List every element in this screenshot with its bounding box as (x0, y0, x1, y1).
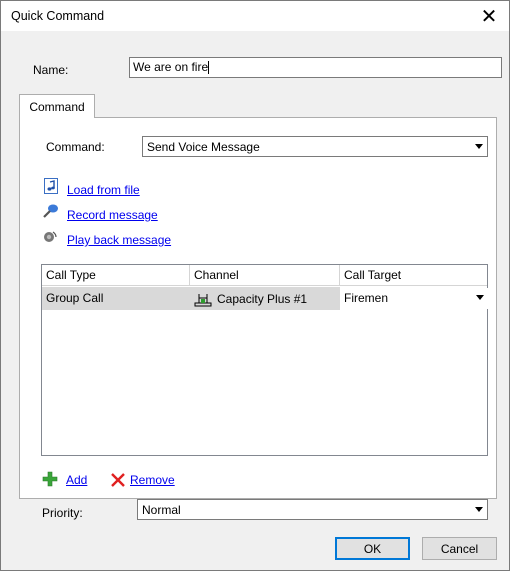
close-button[interactable]: ✕ (469, 1, 509, 31)
remove-icon (111, 473, 125, 487)
cancel-button[interactable]: Cancel (422, 537, 497, 560)
add-icon (42, 471, 58, 487)
radio-tower-icon (194, 293, 212, 306)
name-input[interactable]: We are on fire (129, 57, 502, 78)
play-back-message-link[interactable]: Play back message (67, 233, 171, 247)
name-input-value: We are on fire (133, 60, 209, 74)
call-target-table: Call Type Channel Call Target Group Call… (41, 264, 488, 456)
ok-button-label: OK (363, 541, 382, 556)
text-cursor (208, 61, 210, 75)
ok-button[interactable]: OK (335, 537, 410, 560)
table-row[interactable]: Group Call Capacity Plus #1 Firemen (42, 287, 488, 310)
call-target-value: Firemen (344, 291, 389, 305)
chevron-down-icon (472, 138, 486, 155)
chevron-down-icon (473, 289, 487, 306)
call-target-select[interactable]: Firemen (340, 288, 488, 309)
load-from-file-link[interactable]: Load from file (67, 183, 140, 197)
speaker-icon (44, 231, 57, 242)
music-note-icon (44, 178, 58, 194)
priority-select[interactable]: Normal (137, 499, 488, 520)
priority-select-value: Normal (142, 503, 181, 517)
priority-label: Priority: (42, 506, 83, 520)
close-icon: ✕ (480, 5, 498, 28)
command-label: Command: (46, 140, 105, 154)
chevron-down-icon (472, 501, 486, 518)
quick-command-dialog: Quick Command ✕ Name: We are on fire Com… (0, 0, 510, 571)
column-header-call-target[interactable]: Call Target (340, 265, 489, 286)
cancel-button-label: Cancel (440, 541, 479, 556)
column-header-call-type[interactable]: Call Type (42, 265, 190, 286)
name-label: Name: (33, 63, 69, 77)
cell-call-type: Group Call (42, 287, 190, 310)
tab-command[interactable]: Command (19, 94, 95, 118)
tab-command-label: Command (29, 99, 85, 114)
record-message-link[interactable]: Record message (67, 208, 158, 222)
remove-link[interactable]: Remove (130, 473, 175, 487)
command-select[interactable]: Send Voice Message (142, 136, 488, 157)
dialog-title: Quick Command (11, 9, 105, 23)
column-header-channel[interactable]: Channel (190, 265, 340, 286)
add-link[interactable]: Add (66, 473, 87, 487)
command-select-value: Send Voice Message (147, 140, 260, 154)
table-header: Call Type Channel Call Target (42, 265, 487, 286)
microphone-icon (43, 204, 58, 218)
cell-channel-text: Capacity Plus #1 (217, 291, 308, 306)
title-bar: Quick Command ✕ (1, 1, 509, 31)
cell-channel: Capacity Plus #1 (190, 287, 340, 310)
